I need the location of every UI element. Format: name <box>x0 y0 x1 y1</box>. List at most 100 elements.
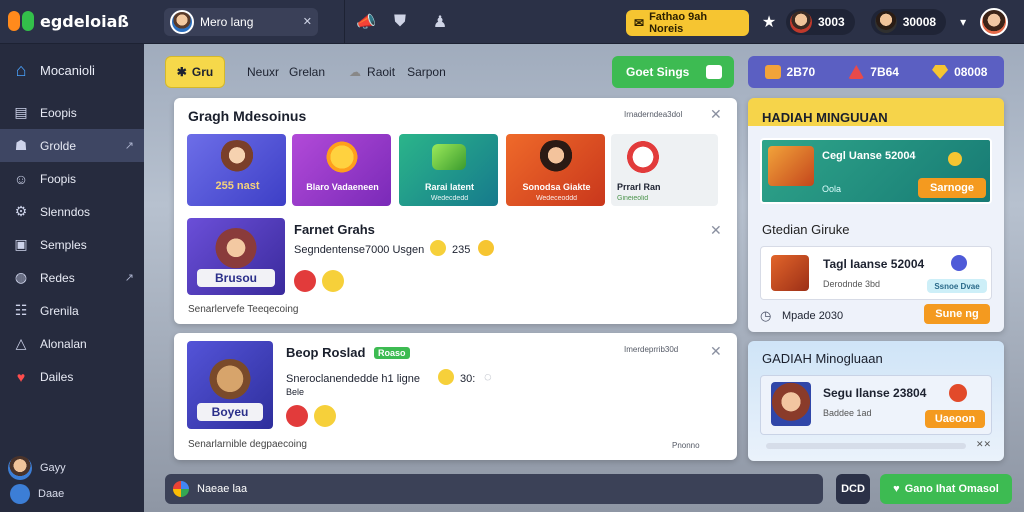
profile-avatar[interactable] <box>980 8 1009 36</box>
emoji-icon[interactable] <box>430 240 446 256</box>
prize-sub: Baddee 1ad <box>823 408 872 418</box>
card-meta: Irnaderndea3dol <box>624 110 683 119</box>
feature-image[interactable]: Brusou <box>187 218 285 295</box>
sidebar-item-label: Alonalan <box>40 336 87 351</box>
stat-value: 7B64 <box>870 65 899 79</box>
sidebar-item-redes[interactable]: ◍ Redes ↗ <box>0 261 144 294</box>
sidebar-item-slenndos[interactable]: ⚙ Slenndos <box>0 195 144 228</box>
sidebar-item-semples[interactable]: ▣ Semples <box>0 228 144 261</box>
feature-title[interactable]: Farnet Grahs <box>294 222 375 237</box>
game-tile[interactable]: 255 nast <box>187 134 286 206</box>
nav-link[interactable]: Neuxr <box>247 65 279 79</box>
close-icon[interactable]: ✕ <box>710 222 722 239</box>
stat-item[interactable]: 2B70 <box>764 65 815 79</box>
close-icon[interactable]: ✕ <box>710 106 722 123</box>
prize-button[interactable]: Ssnoe Dvae <box>927 279 987 293</box>
sidebar-item-label: Dailes <box>40 369 74 384</box>
avatar <box>8 456 32 480</box>
profile-row[interactable]: Gayy <box>8 456 66 480</box>
logo-text: egdeloiaß <box>40 12 129 31</box>
sun-icon <box>322 140 361 174</box>
tile-sub: Wedeceoddd <box>535 195 578 202</box>
sidebar-item-label: Semples <box>40 237 87 252</box>
prize-button[interactable]: Uaeoon <box>925 410 985 428</box>
avatar <box>874 11 897 33</box>
sidebar-item-home[interactable]: ⌂ Mocanioli <box>0 44 144 96</box>
controller-button[interactable]: DCD <box>836 474 870 504</box>
promo-sub: Oola <box>822 184 842 194</box>
profile-row[interactable]: Daae <box>8 484 66 504</box>
get-button[interactable]: Goet Sings <box>612 56 734 88</box>
app-logo[interactable]: egdeloiaß <box>0 0 144 44</box>
nav-link[interactable]: Grelan <box>289 65 325 79</box>
emoji-icon[interactable] <box>478 240 494 256</box>
sidebar-item-grenila[interactable]: ☷ Grenila <box>0 294 144 327</box>
card-footer: Senarlervefe Teeqecoing <box>188 304 299 315</box>
grid-button[interactable]: ✱ Gru <box>165 56 225 88</box>
chat-input[interactable]: Naeae laa <box>165 474 823 504</box>
sidebar-item-label: Grolde <box>40 138 77 153</box>
chevron-down-icon[interactable]: ▾ <box>954 15 972 29</box>
avatar <box>790 11 812 33</box>
emoji-icon[interactable] <box>438 369 454 385</box>
coin-chip-a[interactable]: 3003 <box>786 9 855 35</box>
promo-banner[interactable]: Cegl Uanse 52004 Oola Sarnoge <box>760 138 992 204</box>
dog-icon <box>208 359 252 403</box>
avatar <box>170 9 194 34</box>
character-icon <box>214 228 258 272</box>
crown-icon <box>848 65 865 79</box>
featured-card: Gragh Mdesoinus Irnaderndea3dol ✕ 255 na… <box>174 98 737 324</box>
game-tile[interactable]: Rarai latent Wedecdedd <box>399 134 498 206</box>
chat-icon[interactable]: ◌ <box>484 369 492 384</box>
notice-button[interactable]: ✉ Fathao 9ah Noreis <box>626 10 749 36</box>
sidebar-item-alonalan[interactable]: △ Alonalan <box>0 327 144 360</box>
game-tile[interactable]: Blaro Vadaeneen <box>292 134 391 206</box>
panel-footer-button[interactable]: Sune ng <box>924 304 990 324</box>
smile-reaction-icon[interactable] <box>314 405 336 427</box>
heart-reaction-icon[interactable] <box>294 270 316 292</box>
person-alert-icon[interactable]: ♟ <box>427 9 453 35</box>
nav-link[interactable]: Sarpon <box>407 65 446 79</box>
globe-icon: ◍ <box>14 269 28 285</box>
heart-reaction-icon[interactable] <box>286 405 308 427</box>
chest-icon <box>768 146 814 186</box>
post-card: Boyeu Beop Roslad Roaso Imerdeprrib30d ✕… <box>174 333 737 460</box>
sidebar-item-dailes[interactable]: ♥ Dailes <box>0 360 144 393</box>
panel-subtitle: Gtedian Giruke <box>762 222 850 237</box>
stat-item[interactable]: 08008 <box>932 65 987 79</box>
promo-button[interactable]: Sarnoge <box>918 178 986 198</box>
star-icon[interactable]: ★ <box>760 12 778 32</box>
panel-title: GADIAH Minogluaan <box>762 351 883 366</box>
game-tile[interactable]: Sonodsa Giakte Wedeceoddd <box>506 134 605 206</box>
sidebar-item-grolde[interactable]: ☗ Grolde ↗ <box>0 129 144 162</box>
tile-label: Prrarl Ran <box>617 182 661 192</box>
megaphone-icon[interactable]: 📣 <box>353 9 379 35</box>
sidebar-item-foopis[interactable]: ☺ Foopis <box>0 162 144 195</box>
chat-button[interactable]: ♥ Gano Ihat Omasol <box>880 474 1012 504</box>
sidebar-item-eoopis[interactable]: ▤ Eoopis <box>0 96 144 129</box>
post-tag: Roaso <box>374 347 410 359</box>
user-chip[interactable]: Mero lang ✕ <box>164 7 318 36</box>
nav-link[interactable]: ☁ Raoit <box>349 65 395 79</box>
divider <box>344 0 345 44</box>
close-icon[interactable]: ✕ <box>710 343 722 360</box>
panel-title: HADIAH MINGUUAN <box>762 110 888 125</box>
google-icon <box>173 481 189 497</box>
game-tile[interactable]: Prrarl Ran Gineieolid <box>611 134 718 206</box>
sidebar: ⌂ Mocanioli ▤ Eoopis ☗ Grolde ↗ ☺ Foopis… <box>0 44 144 512</box>
sidebar-item-label: Eoopis <box>40 105 77 120</box>
coin-chip-b[interactable]: 30008 <box>870 9 947 35</box>
alert-icon: △ <box>15 335 27 351</box>
shield-icon[interactable]: ⛊ <box>387 9 413 35</box>
post-line-2: Bele <box>286 387 305 397</box>
stat-item[interactable]: 7B64 <box>848 65 899 79</box>
close-icon[interactable]: ✕✕ <box>976 439 991 450</box>
prize-item[interactable]: Tagl Iaanse 52004 Derodnde 3bd Ssnoe Dva… <box>760 246 992 300</box>
gem-icon <box>932 65 949 79</box>
prize-item[interactable]: Segu Ilanse 23804 Baddee 1ad Uaeoon <box>760 375 992 435</box>
smile-reaction-icon[interactable] <box>322 270 344 292</box>
post-title[interactable]: Beop Roslad <box>286 345 365 360</box>
sidebar-item-label: Redes <box>40 270 75 285</box>
feature-image[interactable]: Boyeu <box>187 341 273 429</box>
tile-label: Rarai latent <box>424 182 475 192</box>
